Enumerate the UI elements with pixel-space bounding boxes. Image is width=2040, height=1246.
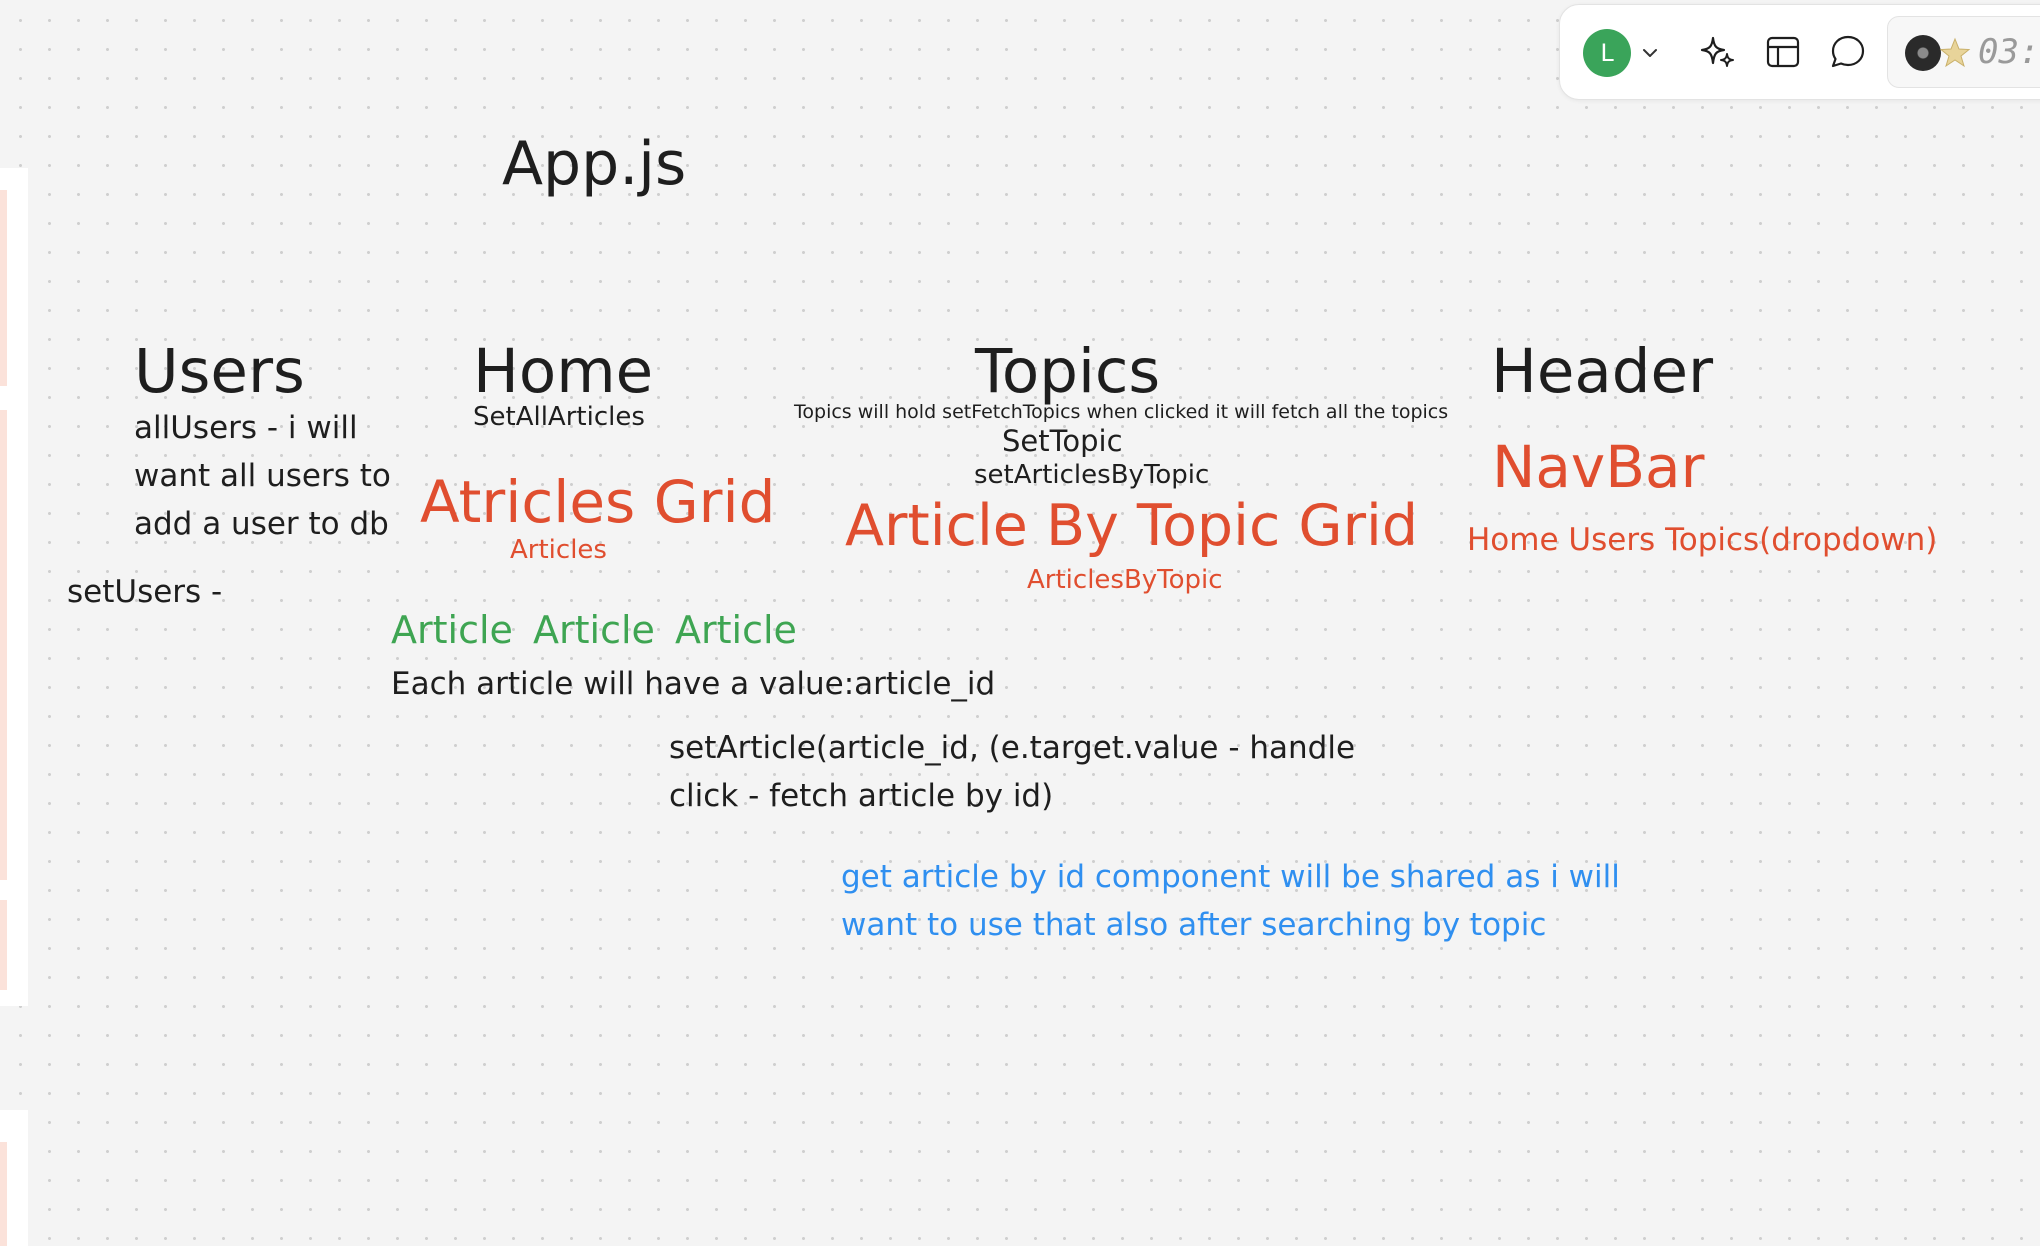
article-by-topic-grid-title[interactable]: Article By Topic Grid: [845, 492, 1418, 560]
music-disc-icon[interactable]: [1905, 35, 1941, 71]
navbar-items[interactable]: Home Users Topics(dropdown): [1467, 522, 1937, 559]
users-setter[interactable]: setUsers -: [67, 574, 222, 611]
users-note[interactable]: allUsers - i will want all users to add …: [134, 404, 394, 548]
article-card-label[interactable]: Article: [391, 608, 513, 654]
article-card-label[interactable]: Article: [533, 608, 655, 654]
home-heading[interactable]: Home: [473, 335, 653, 408]
adjacent-frame-strip: [0, 190, 7, 386]
adjacent-frame-strip: [0, 900, 7, 990]
users-heading[interactable]: Users: [134, 335, 305, 408]
adjacent-frame-strip: [0, 410, 7, 880]
topics-setter[interactable]: SetTopic: [1002, 424, 1123, 459]
navbar-title[interactable]: NavBar: [1492, 433, 1704, 503]
sparkle-icon[interactable]: [1698, 32, 1738, 72]
article-card-label[interactable]: Article: [675, 608, 797, 654]
home-setter[interactable]: SetAllArticles: [473, 402, 645, 433]
star-icon: [1939, 37, 1971, 68]
adjacent-frame-strip: [0, 1142, 7, 1246]
topics-articles-setter[interactable]: setArticlesByTopic: [974, 460, 1209, 491]
layout-icon[interactable]: [1764, 33, 1802, 71]
chevron-down-icon[interactable]: [1639, 42, 1661, 64]
comment-icon[interactable]: [1828, 32, 1868, 72]
clock-readout: 03:0: [1978, 32, 2040, 72]
articles-grid-title[interactable]: Atricles Grid: [420, 468, 775, 538]
shared-component-note[interactable]: get article by id component will be shar…: [841, 853, 1701, 949]
set-article-note[interactable]: setArticle(article_id, (e.target.value -…: [669, 724, 1429, 820]
articles-note[interactable]: Each article will have a value:article_i…: [391, 666, 995, 703]
board-title[interactable]: App.js: [502, 128, 686, 200]
topics-heading[interactable]: Topics: [975, 335, 1160, 408]
topics-note[interactable]: Topics will hold setFetchTopics when cli…: [794, 401, 1448, 424]
articles-grid-subtitle[interactable]: Articles: [510, 535, 607, 566]
user-avatar[interactable]: L: [1583, 29, 1631, 77]
header-heading[interactable]: Header: [1491, 335, 1713, 408]
article-by-topic-grid-subtitle[interactable]: ArticlesByTopic: [1027, 565, 1223, 596]
